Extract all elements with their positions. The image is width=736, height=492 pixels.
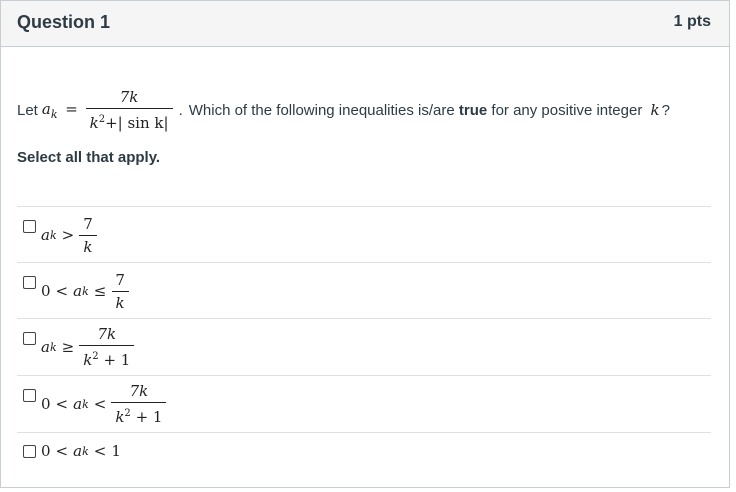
a-subscript: k: [82, 444, 89, 458]
answer-checkbox-2[interactable]: [23, 276, 36, 289]
answer-fraction-2: 7 k: [111, 271, 129, 312]
answer-expression-5: 0 < ak < 1: [41, 439, 121, 463]
answer-fraction-4: 7k k2 + 1: [111, 382, 167, 426]
den-exponent: 2: [124, 408, 131, 419]
answer-option-3[interactable]: ak ≥ 7k k2 + 1: [17, 318, 711, 375]
question-points: 1 pts: [673, 13, 711, 30]
relation-symbol-1: <: [55, 282, 69, 300]
den-rest: +| sin k|: [105, 114, 169, 132]
answer-list: ak > 7 k 0 < ak ≤ 7 k a k ≥ 7k k2 + 1 0 …: [17, 206, 711, 470]
formula-lhs-subscript: k: [50, 108, 58, 121]
fraction-denominator: k: [79, 234, 97, 256]
formula-denominator: k2+| sin k|: [85, 108, 173, 132]
prompt-tail: Which of the following inequalities is/a…: [189, 101, 670, 119]
den-rest: + 1: [135, 408, 163, 426]
question-header: Question 1 1 pts: [1, 1, 729, 47]
a-symbol: a: [73, 282, 83, 300]
relation-symbol-2: <: [93, 395, 107, 413]
relation-symbol: >: [61, 226, 75, 244]
relation-symbol-2: ≤: [93, 282, 107, 300]
prompt-formula: ak = 7k k2+| sin k|: [42, 88, 173, 132]
relation-symbol-2: <: [93, 442, 107, 460]
select-all-instruction: Select all that apply.: [17, 149, 161, 166]
formula-numerator: 7k: [119, 88, 139, 106]
answer-option-4[interactable]: 0 < ak < 7k k2 + 1: [17, 375, 711, 432]
a-symbol: a: [73, 442, 83, 460]
question-card: Question 1 1 pts Let ak = 7k k2+| sin k|…: [0, 0, 730, 488]
fraction-denominator: k: [111, 290, 129, 312]
answer-expression-3: ak ≥ 7k k2 + 1: [41, 325, 135, 369]
answer-expression-4: 0 < ak < 7k k2 + 1: [41, 382, 167, 426]
den-k: k: [83, 351, 93, 369]
prompt-tail-text-2: for any positive integer: [491, 102, 643, 119]
a-symbol: a: [41, 226, 50, 244]
zero: 0: [41, 395, 51, 413]
fraction-numerator: 7k: [129, 382, 149, 400]
formula-period: .: [178, 101, 183, 119]
den-k: k: [89, 114, 99, 132]
fraction-numerator: 7k: [97, 325, 117, 343]
answer-checkbox-3[interactable]: [23, 332, 36, 345]
answer-option-2[interactable]: 0 < ak ≤ 7 k: [17, 262, 711, 318]
fraction-numerator: 7: [83, 214, 93, 233]
a-subscript: k: [82, 397, 89, 411]
prompt-emphasis: true: [458, 102, 488, 119]
answer-checkbox-4[interactable]: [23, 389, 36, 402]
answer-expression-2: 0 < ak ≤ 7 k: [41, 269, 129, 313]
prompt-question-mark: ?: [661, 102, 670, 119]
formula-equals: =: [65, 100, 78, 118]
answer-fraction-3: 7k k2 + 1: [79, 325, 135, 369]
formula-fraction: 7k k2+| sin k|: [85, 88, 173, 132]
relation-symbol-1: <: [55, 442, 69, 460]
a-subscript: k: [82, 284, 89, 298]
relation-symbol-1: <: [55, 395, 69, 413]
fraction-denominator: k2 + 1: [111, 402, 167, 426]
formula-lhs: a: [41, 100, 51, 118]
a-symbol: a: [41, 338, 50, 356]
den-exponent: 2: [92, 351, 99, 362]
fraction-denominator: k2 + 1: [79, 345, 135, 369]
prompt-variable-k: k: [650, 101, 660, 119]
answer-checkbox-1[interactable]: [23, 220, 36, 233]
answer-expression-1: ak > 7 k: [41, 213, 97, 257]
relation-symbol: ≥: [61, 338, 75, 356]
prompt-tail-text: Which of the following inequalities is/a…: [188, 102, 455, 119]
zero: 0: [41, 442, 51, 460]
one: 1: [111, 442, 121, 460]
answer-fraction-1: 7 k: [79, 215, 97, 256]
answer-checkbox-5[interactable]: [23, 445, 36, 458]
a-subscript: k: [49, 228, 57, 242]
question-title: Question 1: [17, 12, 111, 32]
prompt-lead-text: Let: [17, 101, 38, 119]
den-rest: + 1: [103, 351, 131, 369]
answer-option-1[interactable]: ak > 7 k: [17, 206, 711, 262]
a-subscript: k: [49, 340, 57, 354]
answer-option-5[interactable]: 0 < ak < 1: [17, 432, 711, 470]
fraction-numerator: 7: [115, 270, 125, 289]
a-symbol: a: [73, 395, 83, 413]
question-prompt: Let ak = 7k k2+| sin k| . Which of the f…: [17, 85, 670, 135]
zero: 0: [41, 282, 51, 300]
